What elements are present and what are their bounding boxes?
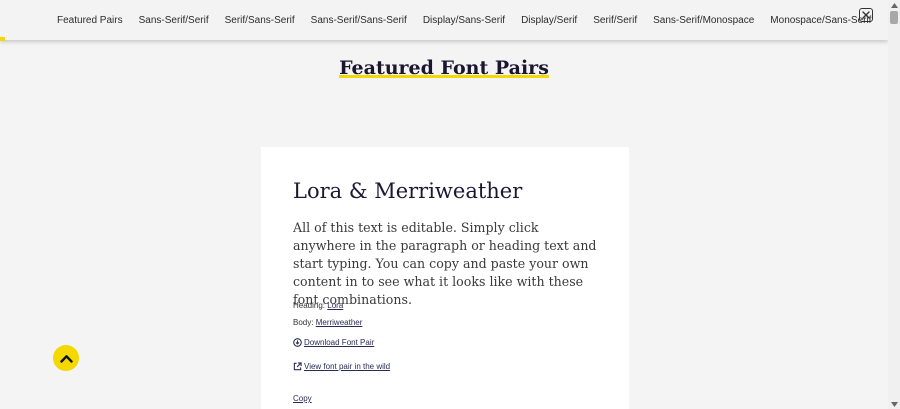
page-title: Featured Font Pairs	[0, 57, 888, 79]
download-icon	[293, 338, 302, 347]
scroll-down-arrow-icon	[890, 401, 898, 407]
nav-item-sans-serif-serif[interactable]: Sans-Serif/Serif	[139, 15, 209, 26]
page-title-text: Featured Font Pairs	[339, 57, 549, 79]
close-icon	[862, 11, 870, 19]
scroll-up-arrow-icon	[890, 2, 898, 8]
external-link-icon	[293, 362, 302, 371]
nav-item-display-serif[interactable]: Display/Serif	[521, 15, 577, 26]
font-pair-heading[interactable]: Lora & Merriweather	[293, 179, 522, 203]
nav-item-serif-serif[interactable]: Serif/Serif	[593, 15, 637, 26]
scroll-down-button[interactable]	[888, 399, 900, 409]
font-pair-card: Lora & Merriweather All of this text is …	[261, 147, 629, 409]
copy-link[interactable]: Copy	[293, 394, 312, 403]
heading-font-info: Heading: Lora	[293, 301, 343, 310]
scrollbar[interactable]	[888, 0, 900, 409]
nav-item-sans-serif-monospace[interactable]: Sans-Serif/Monospace	[653, 15, 754, 26]
back-to-top-button[interactable]	[53, 345, 79, 371]
top-navigation: Featured Pairs Sans-Serif/Serif Serif/Sa…	[0, 0, 888, 40]
nav-item-serif-sans-serif[interactable]: Serif/Sans-Serif	[225, 15, 295, 26]
nav-item-featured-pairs[interactable]: Featured Pairs	[57, 15, 123, 26]
body-font-link[interactable]: Merriweather	[316, 318, 363, 327]
nav-item-monospace-sans-serif[interactable]: Monospace/Sans-Serif	[770, 15, 871, 26]
copy-label: Copy	[293, 394, 312, 403]
nav-item-sans-serif-sans-serif[interactable]: Sans-Serif/Sans-Serif	[311, 15, 407, 26]
view-in-wild-link[interactable]: View font pair in the wild	[293, 362, 390, 371]
scrollbar-thumb[interactable]	[890, 11, 898, 24]
chevron-up-icon	[59, 354, 73, 363]
heading-font-link[interactable]: Lora	[327, 301, 343, 310]
scroll-up-button[interactable]	[888, 0, 900, 10]
body-font-label: Body:	[293, 318, 314, 327]
nav-accent-bar	[0, 37, 5, 41]
nav-item-display-sans-serif[interactable]: Display/Sans-Serif	[423, 15, 505, 26]
download-font-pair-link[interactable]: Download Font Pair	[293, 338, 374, 347]
heading-font-label: Heading:	[293, 301, 326, 310]
download-font-pair-label: Download Font Pair	[304, 338, 375, 347]
close-button[interactable]	[859, 8, 873, 22]
view-in-wild-label: View font pair in the wild	[304, 362, 391, 371]
body-font-info: Body: Merriweather	[293, 318, 362, 327]
font-pair-body-text[interactable]: All of this text is editable. Simply cli…	[293, 219, 598, 309]
